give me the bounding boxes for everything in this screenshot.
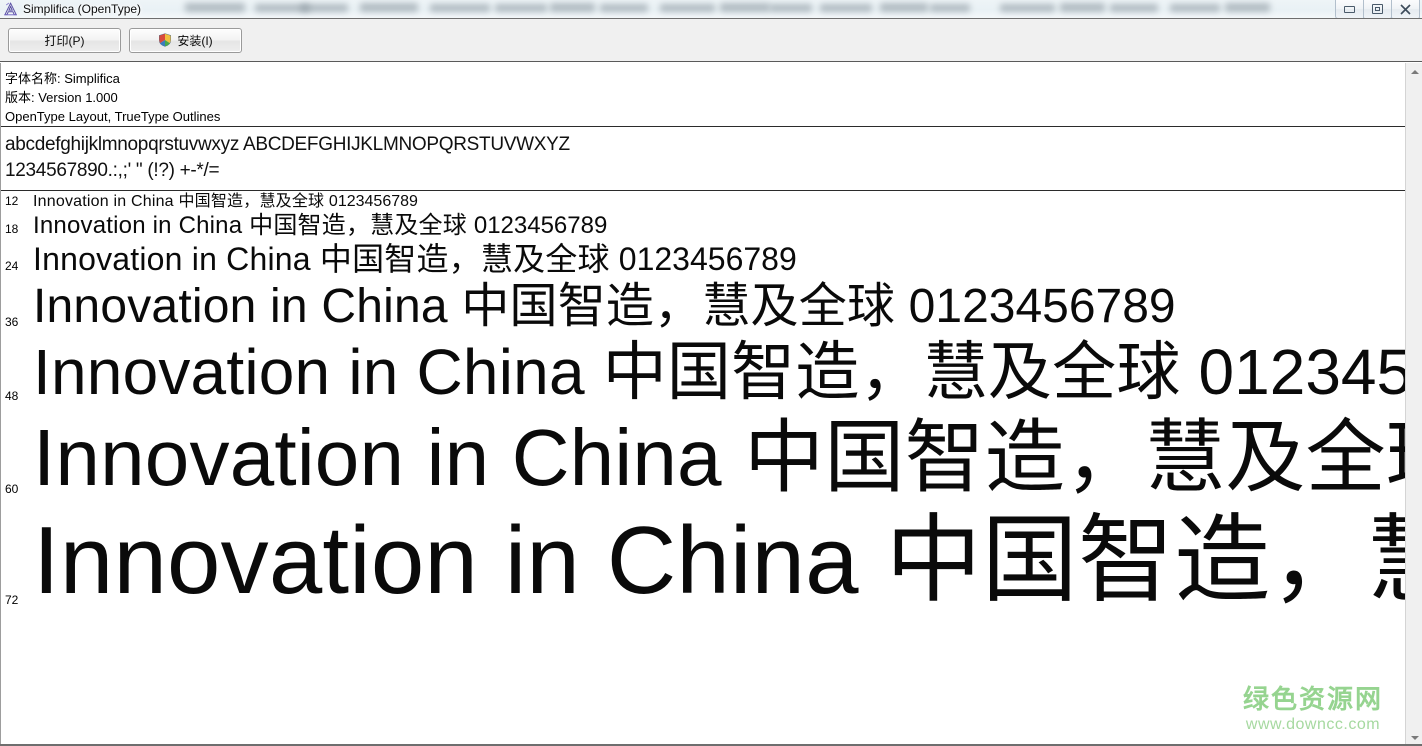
site-watermark: 绿色资源网 www.downcc.com — [1243, 685, 1383, 734]
font-name-line: 字体名称: Simplifica — [5, 71, 120, 86]
specimen-latin: Innovation in China — [33, 413, 722, 498]
sample-specimen-text: Innovation in China 中国智造，慧及全球 0123456789 — [33, 243, 797, 275]
minimize-button[interactable] — [1335, 0, 1364, 19]
specimen-digits: 0123456789 — [618, 241, 797, 275]
sample-specimen-text: Innovation in China 中国智造，慧及全球 0123456789 — [33, 512, 1405, 609]
restore-icon — [1372, 4, 1383, 14]
sample-row: 48 Innovation in China 中国智造，慧及全球 01234567… — [1, 331, 1405, 405]
uac-shield-icon — [159, 33, 172, 47]
specimen-latin: Innovation in China — [33, 193, 174, 210]
font-preview-window: Simplifica (OpenType) 打印(P) 安装(I) 字体名称: … — [0, 0, 1422, 746]
font-outline-line: OpenType Layout, TrueType Outlines — [5, 109, 221, 124]
close-icon — [1400, 3, 1411, 15]
window-title-text: Simplifica (OpenType) — [23, 2, 142, 16]
charset-digits-punct: 1234567890.:,;' " (!?) +-*/= — [5, 160, 220, 181]
sample-size-label: 18 — [5, 222, 19, 236]
sample-specimen-text: Innovation in China 中国智造，慧及全球 0123456789 — [33, 418, 1405, 498]
print-button-label: 打印(P) — [44, 33, 85, 48]
specimen-cjk: 中国智造，慧及全球 — [249, 211, 467, 238]
install-button-label: 安装(I) — [177, 33, 213, 48]
sample-row: 18 Innovation in China 中国智造，慧及全球 01234567… — [1, 210, 1405, 238]
sample-specimen-text: Innovation in China 中国智造，慧及全球 0123456789 — [33, 340, 1405, 405]
watermark-site-url: www.downcc.com — [1245, 716, 1381, 733]
window-titlebar[interactable]: Simplifica (OpenType) — [0, 0, 1422, 18]
specimen-latin: Innovation in China — [33, 336, 585, 405]
specimen-digits: 0123456789 — [908, 280, 1176, 331]
scroll-up-button[interactable] — [1406, 63, 1422, 80]
specimen-latin: Innovation in China — [33, 241, 311, 275]
charset-letters: abcdefghijklmnopqrstuvwxyz ABCDEFGHIJKLM… — [5, 134, 570, 155]
specimen-cjk: 中国智造，慧及全球 — [602, 336, 1181, 405]
sample-size-label: 24 — [5, 259, 19, 273]
specimen-latin: Innovation in China — [33, 280, 448, 331]
sample-row: 24 Innovation in China 中国智造，慧及全球 01234567… — [1, 238, 1405, 275]
font-preview-canvas: 字体名称: Simplifica 版本: Version 1.000 OpenT… — [0, 63, 1405, 746]
window-controls — [1335, 0, 1420, 20]
specimen-latin: Innovation in China — [33, 212, 243, 238]
specimen-cjk: 中国智造，慧及全球 — [885, 504, 1405, 609]
font-version-line: 版本: Version 1.000 — [5, 90, 118, 105]
minimize-icon — [1344, 5, 1355, 13]
sample-row: 12 Innovation in China 中国智造，慧及全球 01234567… — [1, 191, 1405, 210]
install-button[interactable]: 安装(I) — [129, 27, 242, 53]
watermark-site-name: 绿色资源网 — [1242, 685, 1383, 715]
scroll-up-icon — [1410, 69, 1419, 74]
font-info-block: 字体名称: Simplifica 版本: Version 1.000 OpenT… — [1, 63, 1405, 126]
sample-size-list: 12 Innovation in China 中国智造，慧及全球 01234567… — [1, 191, 1405, 609]
specimen-cjk: 中国智造，慧及全球 — [178, 191, 325, 210]
sample-size-label: 36 — [5, 315, 19, 329]
scrollbar-track[interactable] — [1406, 80, 1422, 729]
specimen-cjk: 中国智造，慧及全球 — [461, 278, 896, 331]
sample-row: 72 Innovation in China 中国智造，慧及全球 01234567… — [1, 498, 1405, 609]
sample-size-label: 72 — [5, 593, 19, 607]
sample-specimen-text: Innovation in China 中国智造，慧及全球 0123456789 — [33, 213, 607, 238]
scroll-down-icon — [1410, 735, 1419, 740]
sample-size-label: 12 — [5, 194, 19, 208]
specimen-cjk: 中国智造，慧及全球 — [744, 411, 1405, 498]
specimen-digits: 0123456789 — [473, 212, 608, 238]
sample-row: 36 Innovation in China 中国智造，慧及全球 01234567… — [1, 275, 1405, 331]
restore-button[interactable] — [1363, 0, 1392, 19]
sample-specimen-text: Innovation in China 中国智造，慧及全球 0123456789 — [33, 282, 1176, 331]
charset-block: abcdefghijklmnopqrstuvwxyz ABCDEFGHIJKLM… — [1, 127, 1405, 190]
specimen-digits: 0123456789 — [1198, 336, 1405, 405]
print-button[interactable]: 打印(P) — [8, 27, 121, 53]
sample-specimen-text: Innovation in China 中国智造，慧及全球 0123456789 — [33, 193, 418, 210]
sample-size-label: 60 — [5, 482, 19, 496]
font-a-icon — [4, 2, 18, 16]
toolbar: 打印(P) 安装(I) — [0, 18, 1422, 62]
sample-size-label: 48 — [5, 389, 19, 403]
vertical-scrollbar[interactable] — [1405, 63, 1422, 746]
close-button[interactable] — [1391, 0, 1420, 19]
specimen-digits: 0123456789 — [328, 193, 418, 210]
specimen-latin: Innovation in China — [33, 507, 859, 609]
sample-row: 60 Innovation in China 中国智造，慧及全球 01234567… — [1, 405, 1405, 498]
specimen-cjk: 中国智造，慧及全球 — [319, 240, 610, 275]
